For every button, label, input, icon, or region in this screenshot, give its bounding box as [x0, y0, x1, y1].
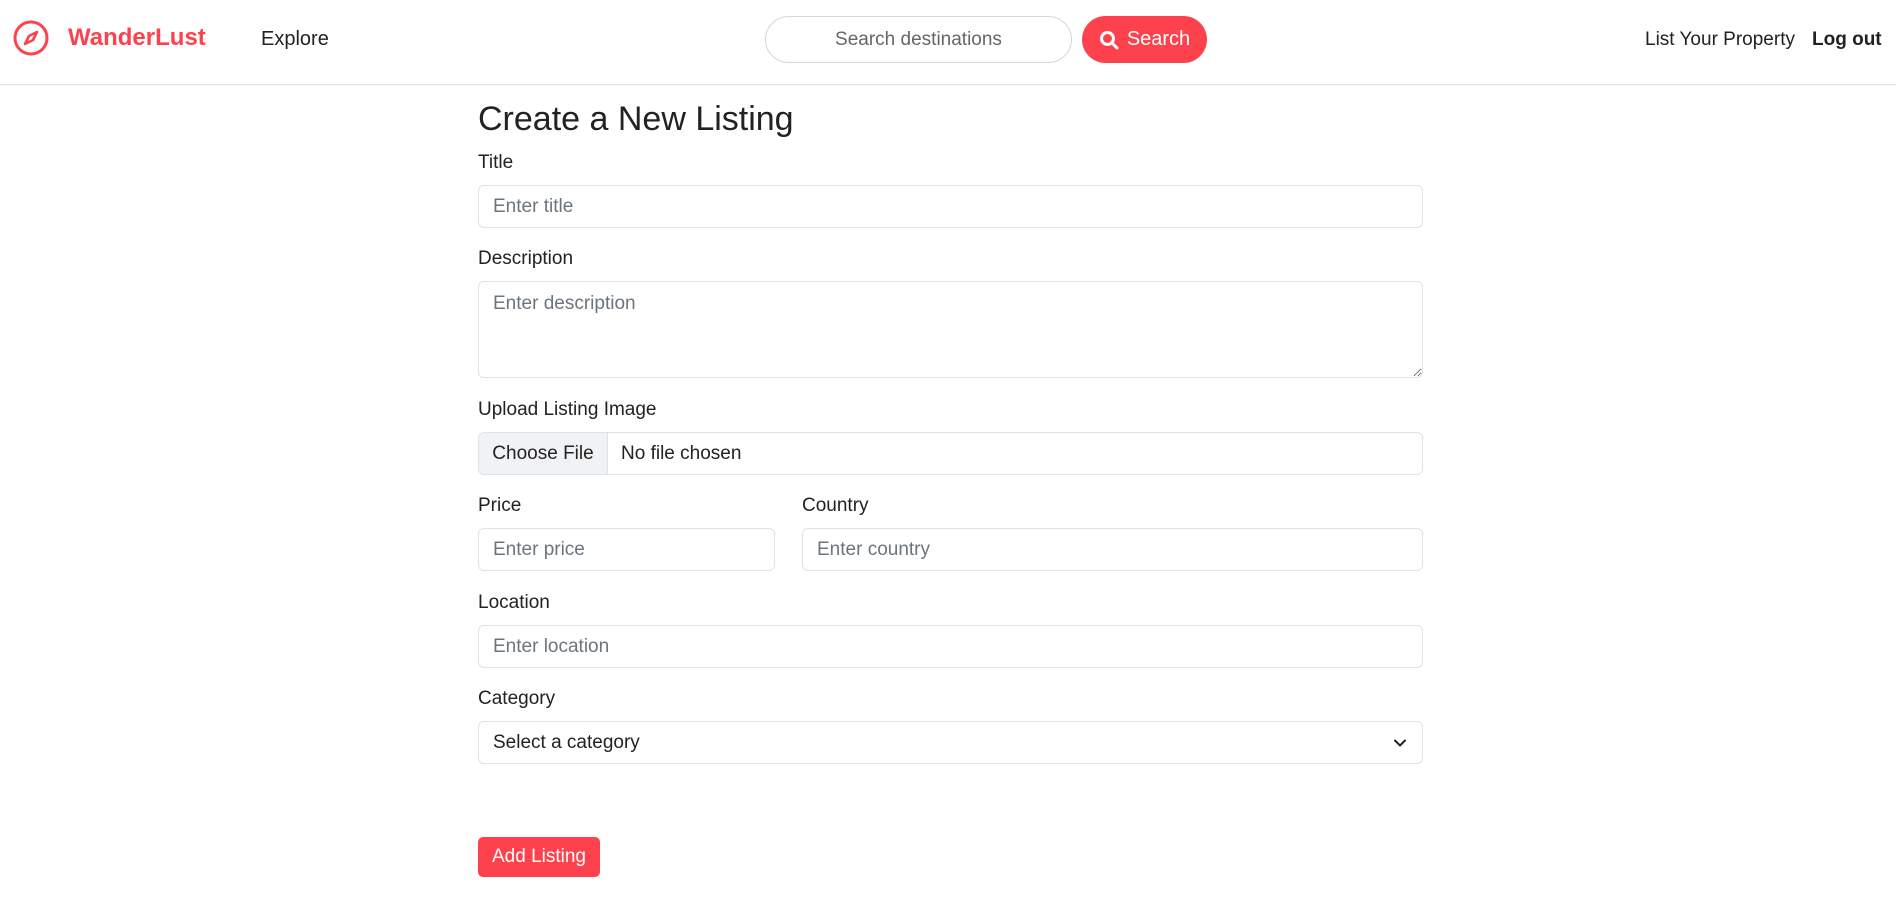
search-input[interactable]	[765, 16, 1072, 63]
choose-file-button[interactable]: Choose File	[479, 433, 608, 474]
country-input[interactable]	[802, 528, 1423, 571]
top-navbar: WanderLust Explore Search List Your Prop…	[0, 0, 1896, 85]
image-label: Upload Listing Image	[478, 399, 657, 420]
file-status: No file chosen	[621, 442, 742, 464]
nav-list-property-link[interactable]: List Your Property	[1645, 29, 1795, 51]
compass-icon	[13, 20, 49, 56]
brand-name: WanderLust	[68, 24, 206, 51]
search-button[interactable]: Search	[1082, 16, 1207, 63]
description-label: Description	[478, 248, 574, 269]
add-listing-button[interactable]: Add Listing	[478, 837, 600, 877]
title-label: Title	[478, 152, 514, 173]
chevron-down-icon	[1394, 739, 1406, 746]
title-input[interactable]	[478, 185, 1423, 228]
category-select[interactable]: Select a category	[478, 721, 1423, 764]
image-file-input[interactable]: Choose File No file chosen	[478, 432, 1423, 475]
category-label: Category	[478, 688, 556, 709]
price-label: Price	[478, 495, 522, 516]
search-icon	[1099, 30, 1119, 49]
country-label: Country	[802, 495, 869, 516]
brand-link[interactable]: WanderLust	[12, 19, 206, 57]
description-textarea[interactable]	[478, 281, 1423, 378]
search-button-label: Search	[1126, 28, 1191, 50]
nav-logout-link[interactable]: Log out	[1812, 29, 1882, 51]
location-label: Location	[478, 592, 550, 613]
category-selected-value: Select a category	[493, 731, 640, 753]
price-input[interactable]	[478, 528, 775, 571]
nav-explore-link[interactable]: Explore	[261, 28, 329, 51]
location-input[interactable]	[478, 625, 1423, 668]
page-title: Create a New Listing	[478, 100, 794, 138]
